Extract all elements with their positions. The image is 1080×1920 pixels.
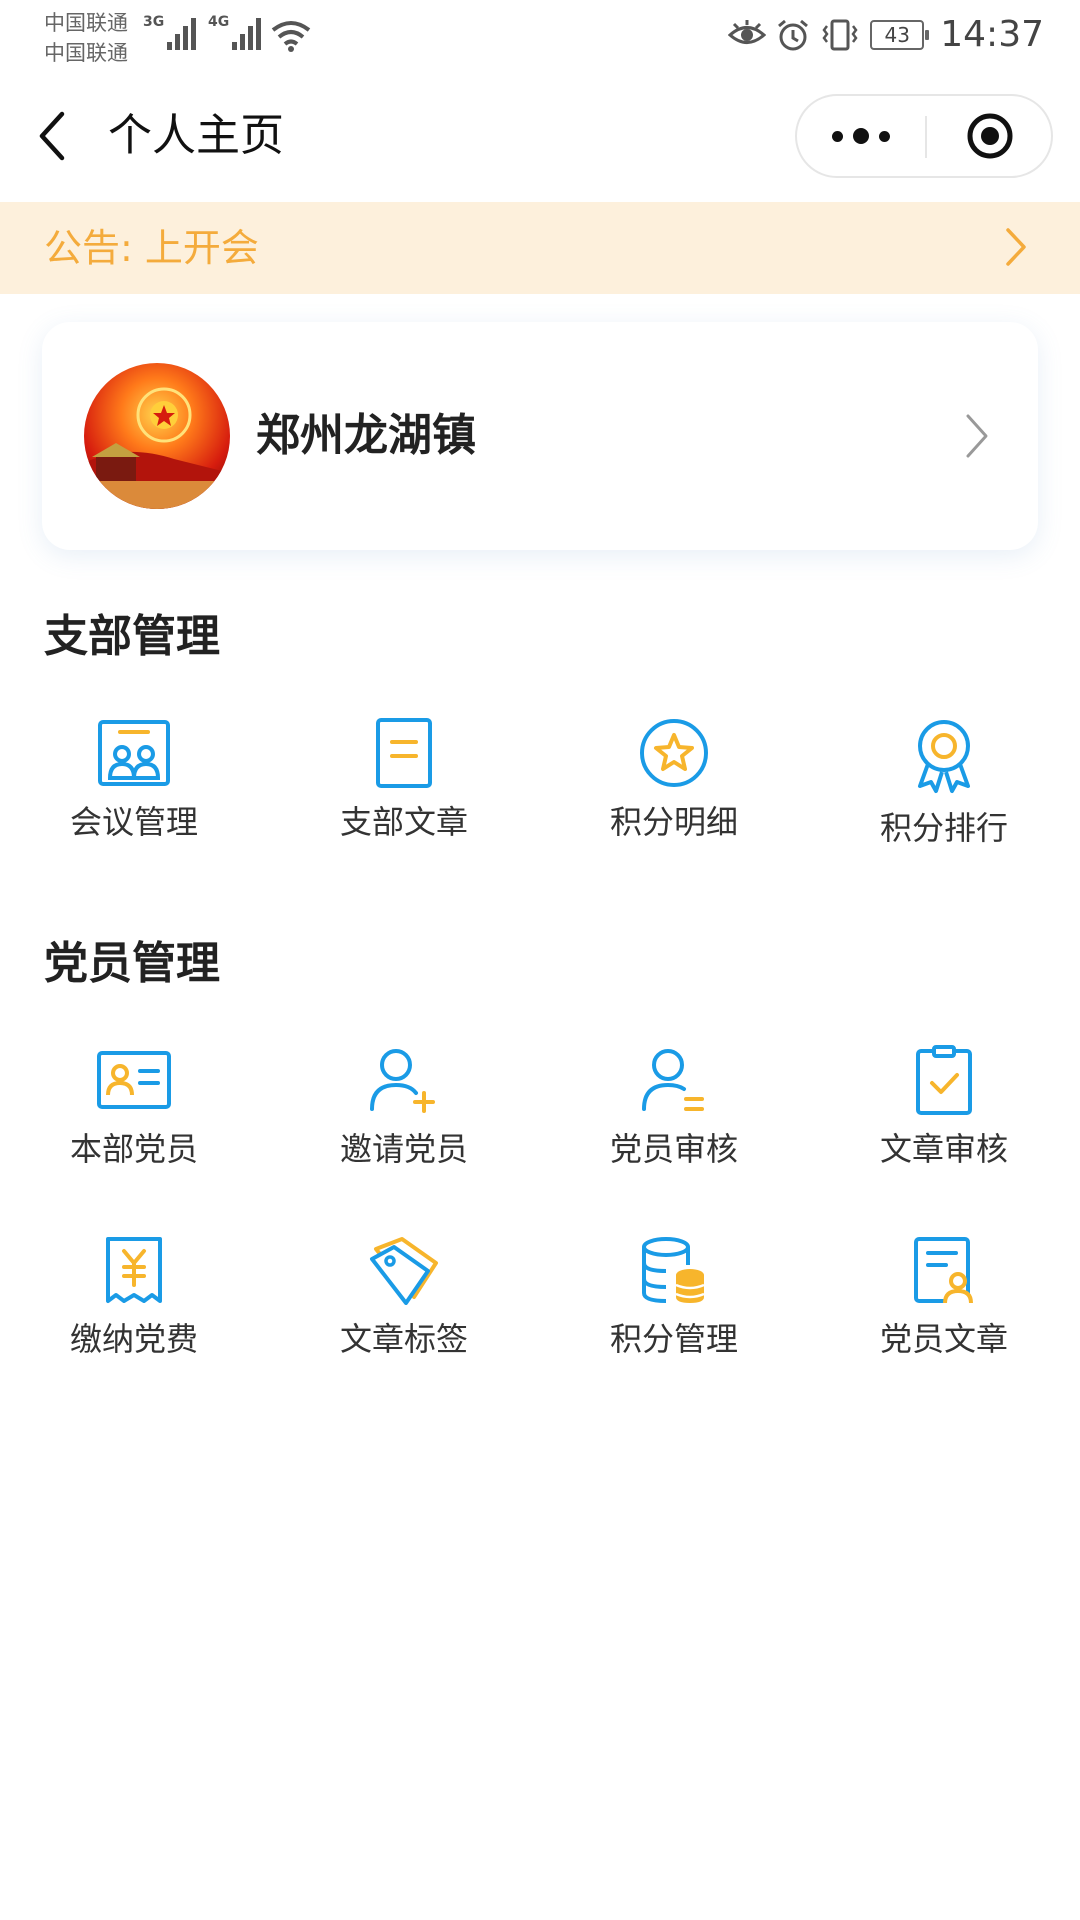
- add-user-icon: [370, 1049, 435, 1113]
- grid-label: 文章标签: [339, 1320, 468, 1358]
- status-right-group: 43 14:37: [728, 14, 1044, 55]
- grid-item-party-fee[interactable]: 缴纳党费: [24, 1235, 244, 1361]
- grid-item-meeting[interactable]: 会议管理: [24, 718, 244, 844]
- notice-banner[interactable]: 公告: 上开会: [0, 202, 1080, 294]
- grid-item-member-review[interactable]: 党员审核: [564, 1045, 784, 1171]
- meeting-icon: [98, 720, 170, 786]
- user-review-icon: [642, 1049, 704, 1111]
- grid-label: 党员文章: [879, 1320, 1008, 1358]
- wifi-icon: [270, 18, 312, 58]
- tag-icon: [370, 1237, 438, 1305]
- section-title-branch: 支部管理: [44, 611, 220, 662]
- yuan-receipt-icon: [106, 1237, 162, 1303]
- grid-item-points-detail[interactable]: 积分明细: [564, 718, 784, 844]
- id-card-icon: [97, 1051, 171, 1109]
- grid-label: 本部党员: [69, 1130, 198, 1168]
- nav-bar: 个人主页: [0, 76, 1080, 200]
- back-arrow-icon: [39, 111, 65, 161]
- status-bar: 中国联通 中国联通 3G 4G 43 14:37: [0, 0, 1080, 76]
- alarm-icon: [778, 19, 809, 50]
- chevron-right-icon: [966, 414, 988, 458]
- grid-label: 积分管理: [609, 1320, 738, 1358]
- org-name: 郑州龙湖镇: [256, 410, 476, 461]
- notice-text: 公告: 上开会: [44, 226, 259, 270]
- grid-label: 积分明细: [609, 803, 738, 841]
- battery-icon: 43: [870, 19, 930, 50]
- section-title-members: 党员管理: [44, 938, 220, 989]
- clipboard-check-icon: [916, 1045, 972, 1115]
- grid-label: 会议管理: [69, 803, 198, 841]
- grid-label: 积分排行: [879, 809, 1008, 847]
- grid-item-points-manage[interactable]: 积分管理: [564, 1235, 784, 1361]
- org-card[interactable]: 郑州龙湖镇: [42, 322, 1038, 550]
- grid-item-invite[interactable]: 邀请党员: [294, 1045, 514, 1171]
- grid-label: 支部文章: [339, 803, 468, 841]
- network-type-1: 3G: [143, 14, 165, 30]
- mini-program-capsule: [795, 94, 1053, 178]
- clock: 14:37: [940, 14, 1044, 55]
- eye-icon: [728, 19, 767, 44]
- signal-3g: 3G: [143, 14, 197, 50]
- grid-label: 文章审核: [879, 1130, 1008, 1168]
- close-target-icon: [967, 113, 1013, 159]
- carrier-1: 中国联通: [44, 11, 128, 35]
- document-icon: [376, 718, 432, 788]
- grid-label: 党员审核: [609, 1130, 738, 1168]
- grid-item-member-articles[interactable]: 党员文章: [834, 1235, 1054, 1361]
- more-button[interactable]: [797, 96, 925, 176]
- grid-item-article-tags[interactable]: 文章标签: [294, 1235, 514, 1361]
- vibrate-icon: [822, 19, 858, 50]
- grid-item-points-rank[interactable]: 积分排行: [834, 718, 1054, 850]
- grid-item-members[interactable]: 本部党员: [24, 1045, 244, 1171]
- grid-item-branch-articles[interactable]: 支部文章: [294, 718, 514, 844]
- signal-bars-icon: [232, 14, 262, 50]
- database-coins-icon: [642, 1237, 705, 1303]
- close-button[interactable]: [927, 96, 1053, 176]
- grid-label: 缴纳党费: [69, 1320, 198, 1358]
- user-document-icon: [914, 1237, 973, 1304]
- signal-bars-icon: [167, 14, 197, 50]
- star-circle-icon: [640, 719, 708, 787]
- grid-item-article-review[interactable]: 文章审核: [834, 1045, 1054, 1171]
- signal-4g: 4G: [208, 14, 262, 50]
- carrier-2: 中国联通: [44, 41, 128, 65]
- award-ribbon-icon: [918, 720, 970, 793]
- chevron-right-icon: [1006, 228, 1026, 266]
- page-title: 个人主页: [108, 110, 284, 161]
- avatar: [84, 363, 230, 509]
- network-type-2: 4G: [208, 14, 230, 30]
- grid-label: 邀请党员: [339, 1130, 468, 1168]
- back-button[interactable]: [32, 106, 82, 166]
- carrier-info: 中国联通 中国联通: [44, 8, 128, 68]
